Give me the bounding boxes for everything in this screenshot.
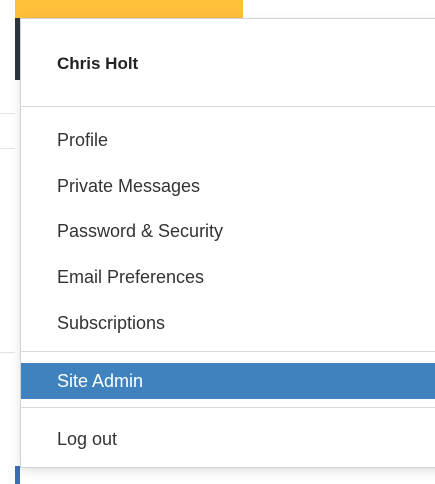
menu-item-site-admin[interactable]: Site Admin [21,363,435,399]
page-divider [0,148,15,149]
page-divider [0,113,15,114]
page-divider [0,352,15,353]
page-sidebar-edge-active [15,466,20,484]
menu-divider [21,407,435,408]
header-accent-bar [15,0,243,18]
menu-item-profile[interactable]: Profile [21,123,435,157]
menu-item-private-messages[interactable]: Private Messages [21,169,435,203]
menu-item-email-preferences[interactable]: Email Preferences [21,260,435,294]
menu-divider [21,106,435,107]
user-header: Chris Holt [21,19,435,106]
menu-divider [21,351,435,352]
menu-item-password-security[interactable]: Password & Security [21,214,435,248]
menu-item-log-out[interactable]: Log out [21,422,435,456]
user-name: Chris Holt [57,54,139,73]
menu-item-subscriptions[interactable]: Subscriptions [21,306,435,340]
user-account-dropdown: Chris Holt Profile Private Messages Pass… [20,18,435,468]
